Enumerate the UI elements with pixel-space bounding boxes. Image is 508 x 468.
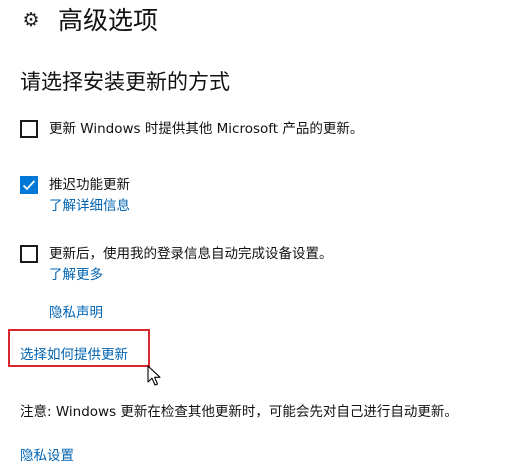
mouse-cursor-icon — [147, 365, 161, 386]
option-auto-device-setup-label: 更新后，使用我的登录信息自动完成设备设置。 — [49, 246, 333, 262]
checkmark-icon — [22, 180, 36, 191]
learn-details-link[interactable]: 了解详细信息 — [49, 196, 130, 216]
gear-icon: ⚙ — [22, 8, 40, 31]
checkbox-defer-feature-updates[interactable] — [20, 176, 38, 194]
section-heading: 请选择安装更新的方式 — [20, 70, 230, 94]
learn-more-link[interactable]: 了解更多 — [49, 265, 103, 285]
note-text: 注意: Windows 更新在检查其他更新时，可能会先对自己进行自动更新。 — [20, 404, 458, 420]
checkbox-microsoft-products-updates[interactable] — [20, 120, 38, 138]
privacy-settings-link[interactable]: 隐私设置 — [20, 446, 74, 466]
privacy-statement-link[interactable]: 隐私声明 — [49, 303, 103, 323]
choose-delivery-link[interactable]: 选择如何提供更新 — [20, 345, 128, 365]
option-defer-feature-updates-label: 推迟功能更新 — [49, 177, 130, 193]
checkbox-auto-device-setup[interactable] — [20, 245, 38, 263]
option-microsoft-products-label: 更新 Windows 时提供其他 Microsoft 产品的更新。 — [49, 121, 364, 137]
page-title: 高级选项 — [58, 6, 159, 35]
